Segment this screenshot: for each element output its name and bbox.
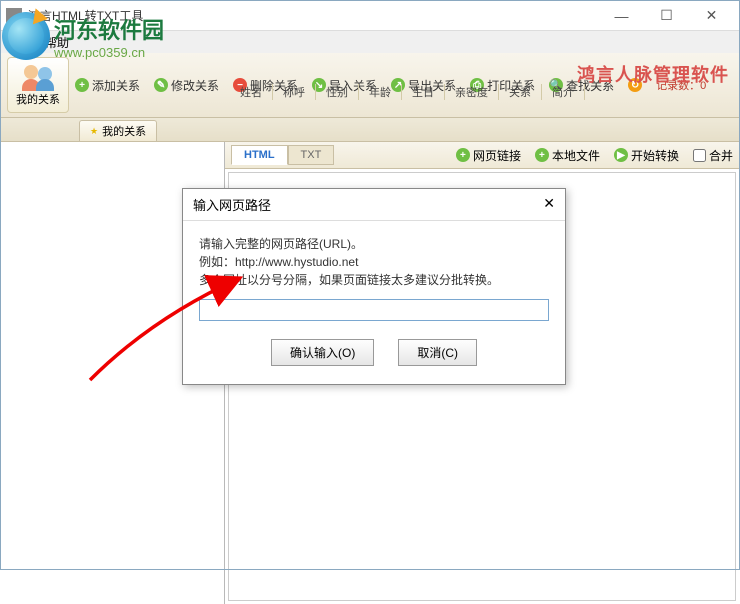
url-input[interactable]	[199, 299, 549, 321]
minimize-button[interactable]: —	[599, 2, 644, 30]
cancel-button[interactable]: 取消(C)	[398, 339, 477, 366]
col-age[interactable]: 年龄	[359, 84, 402, 100]
maximize-button[interactable]: ☐	[644, 2, 689, 30]
dialog-close-button[interactable]: ✕	[543, 195, 555, 214]
dialog-hint: 请输入完整的网页路径(URL)。 例如：http://www.hystudio.…	[199, 235, 549, 289]
brand-text: 鸿言人脉管理软件	[577, 61, 729, 87]
right-toolbar: HTML TXT +网页链接 +本地文件 ▶开始转换 合并	[225, 142, 739, 169]
relation-tabstrip: ★我的关系	[1, 118, 739, 142]
my-relations-button[interactable]: 我的关系	[7, 57, 69, 113]
add-relation-button[interactable]: +添加关系	[75, 77, 140, 94]
format-tabs: HTML TXT	[231, 145, 334, 165]
dialog-titlebar: 输入网页路径 ✕	[183, 189, 565, 221]
col-name[interactable]: 姓名	[230, 84, 273, 100]
star-icon: ★	[90, 126, 98, 137]
col-birthday[interactable]: 生日	[402, 84, 445, 100]
watermark-name: 河东软件园	[54, 13, 164, 45]
merge-check-input[interactable]	[693, 149, 706, 162]
people-icon	[22, 63, 54, 91]
plus-icon: +	[535, 148, 549, 162]
tab-txt[interactable]: TXT	[288, 145, 335, 165]
watermark: 河东软件园 www.pc0359.cn	[2, 12, 164, 60]
tab-my-relations[interactable]: ★我的关系	[79, 120, 157, 141]
col-nickname[interactable]: 称呼	[273, 84, 316, 100]
tab-html[interactable]: HTML	[231, 145, 288, 165]
edit-relation-button[interactable]: ✎修改关系	[154, 77, 219, 94]
column-headers: 姓名 称呼 性别 年龄 生日 亲密度 关系 简介	[230, 84, 585, 100]
url-input-dialog: 输入网页路径 ✕ 请输入完整的网页路径(URL)。 例如：http://www.…	[182, 188, 566, 385]
watermark-url: www.pc0359.cn	[54, 45, 164, 60]
start-convert-button[interactable]: ▶开始转换	[614, 147, 679, 164]
dialog-title: 输入网页路径	[193, 195, 271, 214]
watermark-logo-icon	[2, 12, 50, 60]
col-intro[interactable]: 简介	[542, 84, 585, 100]
confirm-button[interactable]: 确认输入(O)	[271, 339, 374, 366]
merge-checkbox[interactable]: 合并	[693, 147, 733, 164]
play-icon: ▶	[614, 148, 628, 162]
local-file-button[interactable]: +本地文件	[535, 147, 600, 164]
window-controls: — ☐ ✕	[599, 2, 734, 30]
my-relations-label: 我的关系	[16, 91, 60, 107]
close-button[interactable]: ✕	[689, 2, 734, 30]
plus-icon: +	[456, 148, 470, 162]
plus-icon: +	[75, 78, 89, 92]
web-link-button[interactable]: +网页链接	[456, 147, 521, 164]
col-relation[interactable]: 关系	[499, 84, 542, 100]
edit-icon: ✎	[154, 78, 168, 92]
col-gender[interactable]: 性别	[316, 84, 359, 100]
col-closeness[interactable]: 亲密度	[445, 84, 499, 100]
